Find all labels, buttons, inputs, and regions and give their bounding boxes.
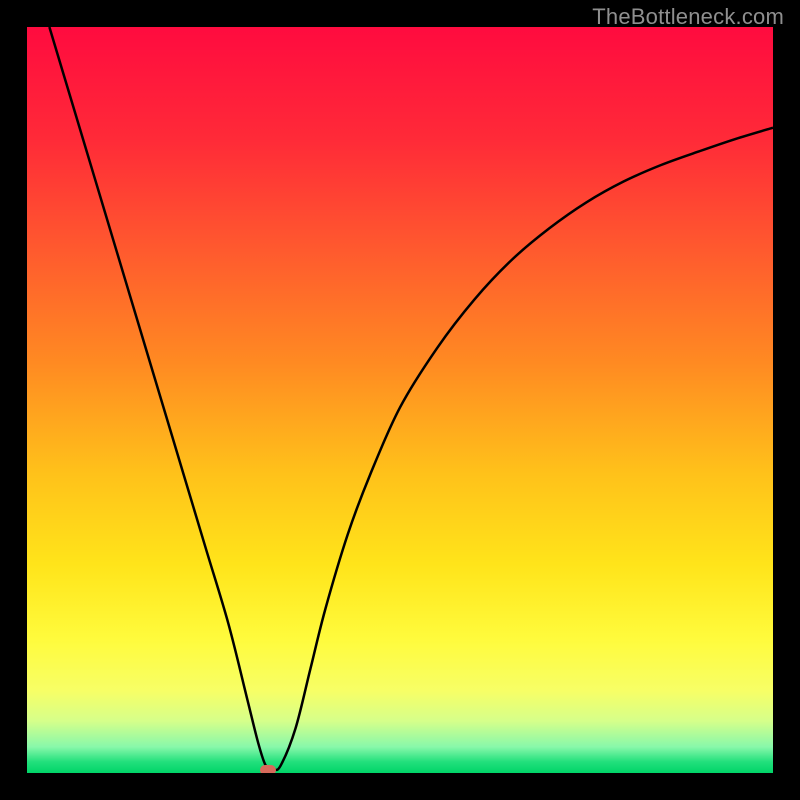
chart-frame: TheBottleneck.com	[0, 0, 800, 800]
plot-area	[27, 27, 773, 773]
optimal-point-marker	[260, 765, 276, 773]
bottleneck-curve	[27, 27, 773, 773]
watermark-text: TheBottleneck.com	[592, 4, 784, 30]
